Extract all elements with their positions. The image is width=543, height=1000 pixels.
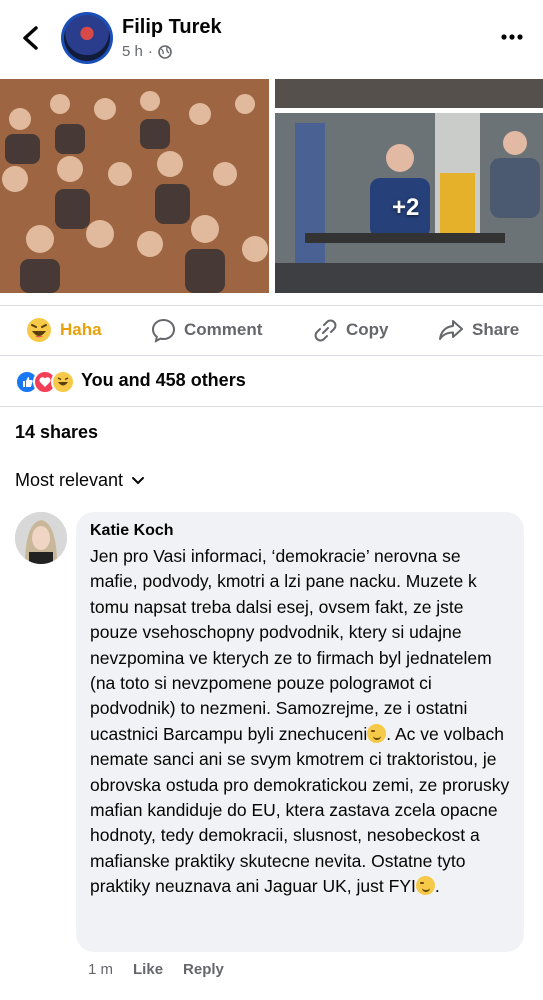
comment-text-part: Jen pro Vasi informaci, ‘demokracie’ ner… <box>90 546 492 744</box>
commenter-avatar[interactable] <box>15 512 67 564</box>
haha-button[interactable]: Haha <box>26 306 102 354</box>
comment-text-part: . <box>434 876 440 897</box>
commenter-name[interactable]: Katie Koch <box>90 522 174 540</box>
wink-emoji-icon <box>415 876 435 896</box>
share-label: Share <box>472 320 520 339</box>
reaction-summary[interactable]: You and 458 others <box>15 368 246 394</box>
reaction-icons <box>15 368 75 394</box>
stage-photo-top[interactable] <box>275 79 543 108</box>
chevron-down-icon <box>132 476 145 484</box>
share-icon <box>439 320 463 340</box>
more-options-icon[interactable] <box>501 28 523 46</box>
comment-text: Jen pro Vasi informaci, ‘demokracie’ ner… <box>90 544 512 900</box>
back-arrow-icon[interactable] <box>18 24 44 52</box>
comment-icon <box>151 318 176 343</box>
haha-label: Haha <box>60 320 102 339</box>
comment-bubble: Katie Koch Jen pro Vasi informaci, ‘demo… <box>76 512 524 952</box>
post-time[interactable]: 5 h <box>122 43 143 60</box>
share-button[interactable]: Share <box>438 306 519 354</box>
shares-count[interactable]: 14 shares <box>15 422 98 443</box>
post-header: Filip Turek 5 h · <box>0 0 543 78</box>
post-meta: 5 h · <box>122 43 172 60</box>
copy-button[interactable]: Copy <box>313 306 389 354</box>
comment-time: 1 m <box>88 961 114 978</box>
reaction-count: You and 458 others <box>81 369 246 390</box>
comment-text-part: . Ac ve volbach nemate sanci ani se svym… <box>90 723 510 897</box>
reply-button[interactable]: Reply <box>183 961 224 978</box>
link-icon <box>314 319 337 341</box>
action-bar: Haha Comment Copy Share <box>0 306 543 354</box>
comment-label: Comment <box>184 320 263 339</box>
divider <box>0 355 543 356</box>
meta-separator: · <box>147 43 153 60</box>
comment-sort[interactable]: Most relevant <box>15 470 145 491</box>
sort-label: Most relevant <box>15 470 124 490</box>
comment-meta: 1 m Like Reply <box>88 961 224 978</box>
haha-reaction-icon <box>51 370 75 394</box>
post-photos[interactable]: +2 <box>0 79 543 293</box>
divider <box>0 406 543 407</box>
author-name[interactable]: Filip Turek <box>122 16 222 39</box>
comment-button[interactable]: Comment <box>151 306 262 354</box>
like-comment-button[interactable]: Like <box>133 961 163 978</box>
globe-icon <box>158 44 172 59</box>
more-photos-count[interactable]: +2 <box>392 194 419 222</box>
audience-photo[interactable] <box>0 79 269 293</box>
author-avatar[interactable] <box>61 12 113 64</box>
wink-emoji-icon <box>367 723 387 743</box>
haha-emoji-icon <box>27 318 51 342</box>
copy-label: Copy <box>346 320 389 339</box>
